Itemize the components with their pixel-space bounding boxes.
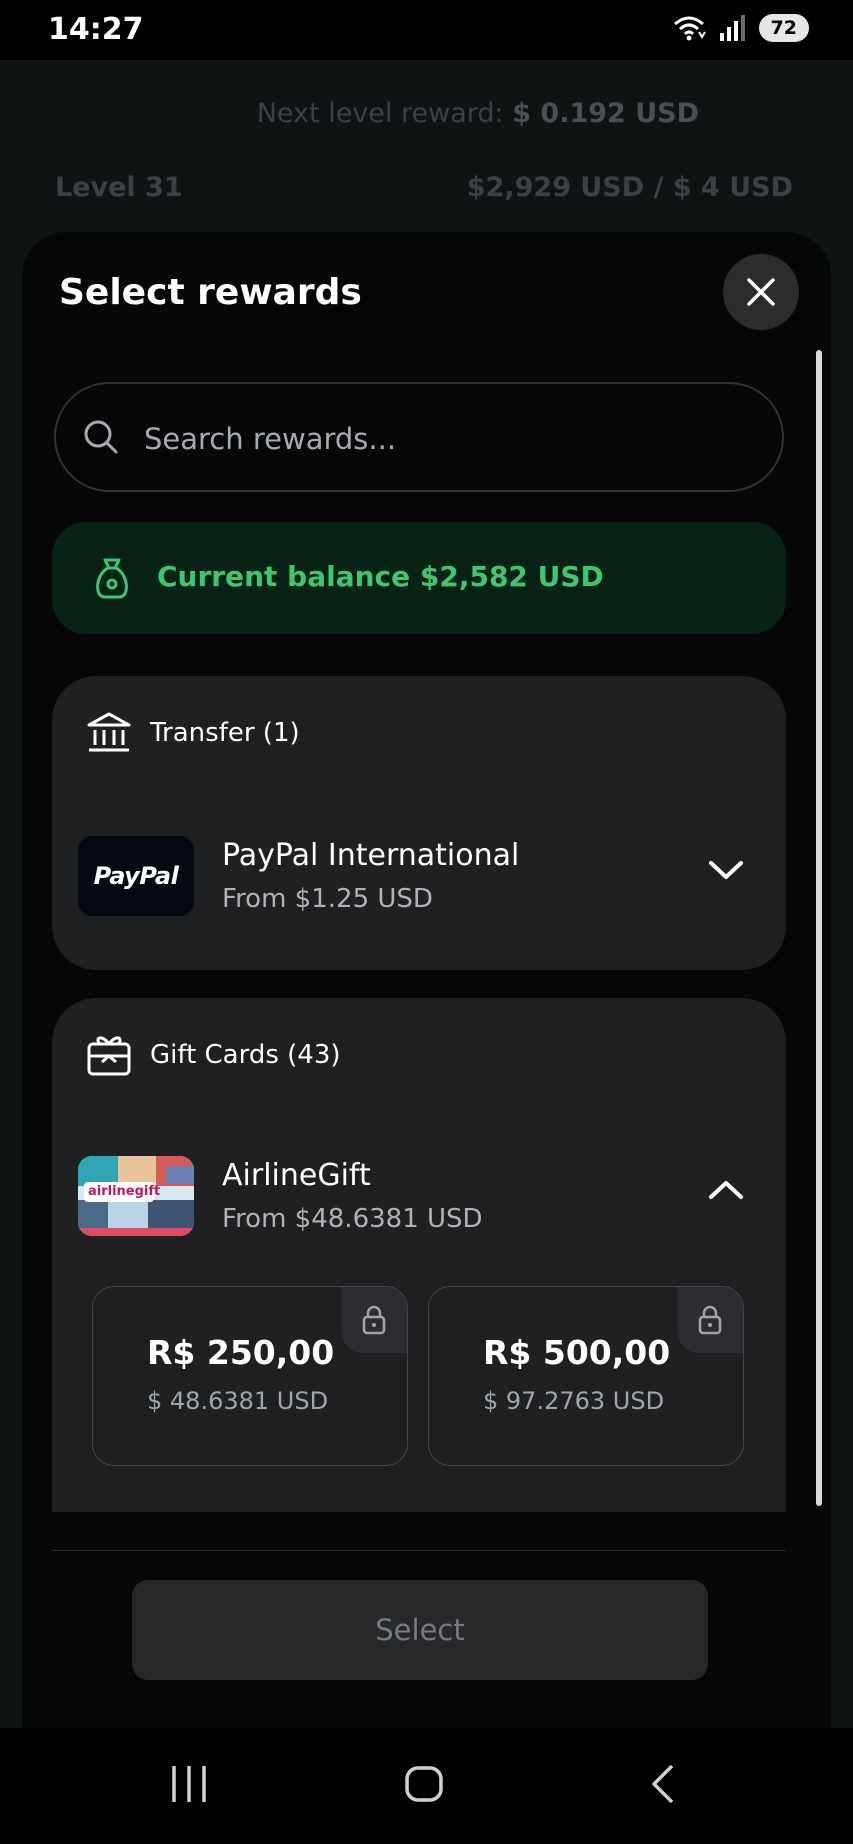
paypal-item[interactable]: PayPal PayPal International From $1.25 U… xyxy=(78,836,768,920)
lock-badge xyxy=(341,1287,407,1353)
item-subtitle: From $1.25 USD xyxy=(222,884,433,914)
search-icon xyxy=(84,420,118,454)
paypal-logo: PayPal xyxy=(78,836,194,916)
sheet-title: Select rewards xyxy=(59,272,362,313)
close-button[interactable] xyxy=(723,254,799,330)
airlinegift-logo-text: airlinegift xyxy=(88,1184,161,1199)
next-level-value: $ 0.192 USD xyxy=(512,98,699,129)
denomination-option[interactable]: R$ 500,00 $ 97.2763 USD xyxy=(428,1286,744,1466)
airlinegift-item[interactable]: airlinegift AirlineGift From $48.6381 US… xyxy=(78,1156,768,1240)
denomination-option[interactable]: R$ 250,00 $ 48.6381 USD xyxy=(92,1286,408,1466)
lock-icon xyxy=(362,1305,386,1335)
select-rewards-sheet: Select rewards Current balance $2,582 US… xyxy=(22,232,831,1728)
lock-badge xyxy=(677,1287,743,1353)
level-label: Level 31 xyxy=(55,172,183,203)
status-icons: 72 xyxy=(671,14,809,42)
denomination-value: R$ 250,00 xyxy=(147,1333,335,1372)
denomination-value: R$ 500,00 xyxy=(483,1333,671,1372)
transfer-header: Transfer (1) xyxy=(86,710,300,756)
home-icon[interactable] xyxy=(404,1764,444,1804)
gift-cards-section: Gift Cards (43) airlinegift AirlineGift … xyxy=(52,998,786,1512)
denomination-usd: $ 48.6381 USD xyxy=(147,1387,329,1415)
search-bar[interactable] xyxy=(54,382,784,492)
paypal-logo-text: PayPal xyxy=(93,862,179,890)
wifi-icon xyxy=(673,16,706,41)
gift-cards-label: Gift Cards (43) xyxy=(150,1040,341,1070)
scrollbar[interactable] xyxy=(816,350,822,1506)
battery-indicator: 72 xyxy=(758,14,809,42)
recent-apps-icon[interactable] xyxy=(170,1764,208,1804)
money-bag-icon xyxy=(96,558,128,599)
airlinegift-logo: airlinegift xyxy=(78,1156,194,1236)
next-level-reward: Next level reward: $ 0.192 USD xyxy=(257,98,699,129)
lock-icon xyxy=(698,1305,722,1335)
balance-banner: Current balance $2,582 USD xyxy=(52,522,786,634)
item-subtitle: From $48.6381 USD xyxy=(222,1204,483,1234)
denomination-usd: $ 97.2763 USD xyxy=(483,1387,665,1415)
bank-icon xyxy=(87,712,131,752)
close-icon xyxy=(747,278,775,306)
level-progress: $2,929 USD / $ 4 USD xyxy=(466,172,793,203)
status-time: 14:27 xyxy=(48,12,144,47)
chevron-up-icon[interactable] xyxy=(708,1178,744,1202)
search-input[interactable] xyxy=(142,408,746,470)
transfer-section: Transfer (1) PayPal PayPal International… xyxy=(52,676,786,970)
signal-icon xyxy=(719,15,745,41)
transfer-label: Transfer (1) xyxy=(150,718,300,748)
item-title: AirlineGift xyxy=(222,1158,371,1193)
gift-card-icon xyxy=(87,1036,131,1076)
back-icon[interactable] xyxy=(650,1764,676,1804)
status-bar: 14:27 72 xyxy=(0,0,853,60)
select-button[interactable]: Select xyxy=(132,1580,708,1680)
navigation-bar xyxy=(0,1728,853,1844)
current-balance: Current balance $2,582 USD xyxy=(157,560,604,593)
gift-cards-header: Gift Cards (43) xyxy=(86,1032,341,1078)
divider xyxy=(52,1550,786,1551)
chevron-down-icon[interactable] xyxy=(708,858,744,882)
next-level-label: Next level reward: xyxy=(256,98,504,129)
item-title: PayPal International xyxy=(222,838,520,873)
